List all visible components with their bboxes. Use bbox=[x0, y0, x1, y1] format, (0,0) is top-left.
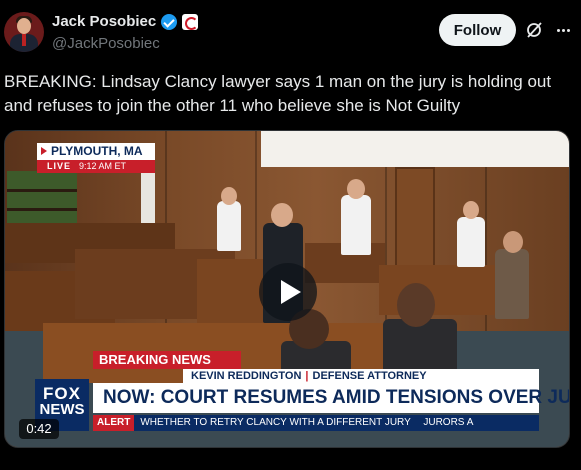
more-icon[interactable] bbox=[553, 20, 573, 40]
breaking-news-label: BREAKING NEWS bbox=[93, 351, 241, 369]
affiliate-badge-icon[interactable] bbox=[182, 13, 199, 30]
author-handle[interactable]: @JackPosobiec bbox=[52, 35, 160, 52]
verified-badge-icon[interactable] bbox=[161, 13, 178, 30]
play-icon[interactable] bbox=[259, 263, 317, 321]
location-text: PLYMOUTH, MA bbox=[37, 143, 155, 160]
location-banner: PLYMOUTH, MA LIVE 9:12 AM ET bbox=[37, 143, 155, 173]
ticker-text: WHETHER TO RETRY CLANCY WITH A DIFFERENT… bbox=[140, 417, 411, 428]
follow-button[interactable]: Follow bbox=[439, 14, 516, 46]
post-header: Jack Posobiec @JackPosobiec Follow bbox=[0, 0, 581, 64]
news-headline: NOW: COURT RESUMES AMID TENSIONS OVER JU… bbox=[93, 383, 569, 413]
video-player[interactable]: PLYMOUTH, MA LIVE 9:12 AM ET FOX NEWS BR… bbox=[4, 130, 570, 448]
live-indicator: LIVE 9:12 AM ET bbox=[37, 160, 155, 173]
grok-icon[interactable] bbox=[524, 20, 544, 40]
live-label: LIVE bbox=[47, 161, 72, 171]
ticker-tail: JURORS A bbox=[423, 417, 474, 428]
author-display-name[interactable]: Jack Posobiec bbox=[52, 13, 156, 30]
speaker-title: DEFENSE ATTORNEY bbox=[312, 370, 427, 382]
video-duration: 0:42 bbox=[19, 419, 59, 439]
news-ticker: ALERT WHETHER TO RETRY CLANCY WITH A DIFF… bbox=[93, 415, 539, 431]
live-time: 9:12 AM ET bbox=[79, 161, 127, 171]
ticker-alert: ALERT bbox=[93, 415, 135, 431]
news-lower-third: FOX NEWS BREAKING NEWS KEVIN REDDINGTON |… bbox=[35, 351, 569, 437]
avatar[interactable] bbox=[4, 12, 44, 52]
post-text: BREAKING: Lindsay Clancy lawyer says 1 m… bbox=[4, 72, 552, 115]
speaker-bar: KEVIN REDDINGTON | DEFENSE ATTORNEY bbox=[183, 369, 539, 383]
author-name-row: Jack Posobiec bbox=[52, 13, 199, 30]
speaker-name: KEVIN REDDINGTON bbox=[191, 370, 302, 382]
